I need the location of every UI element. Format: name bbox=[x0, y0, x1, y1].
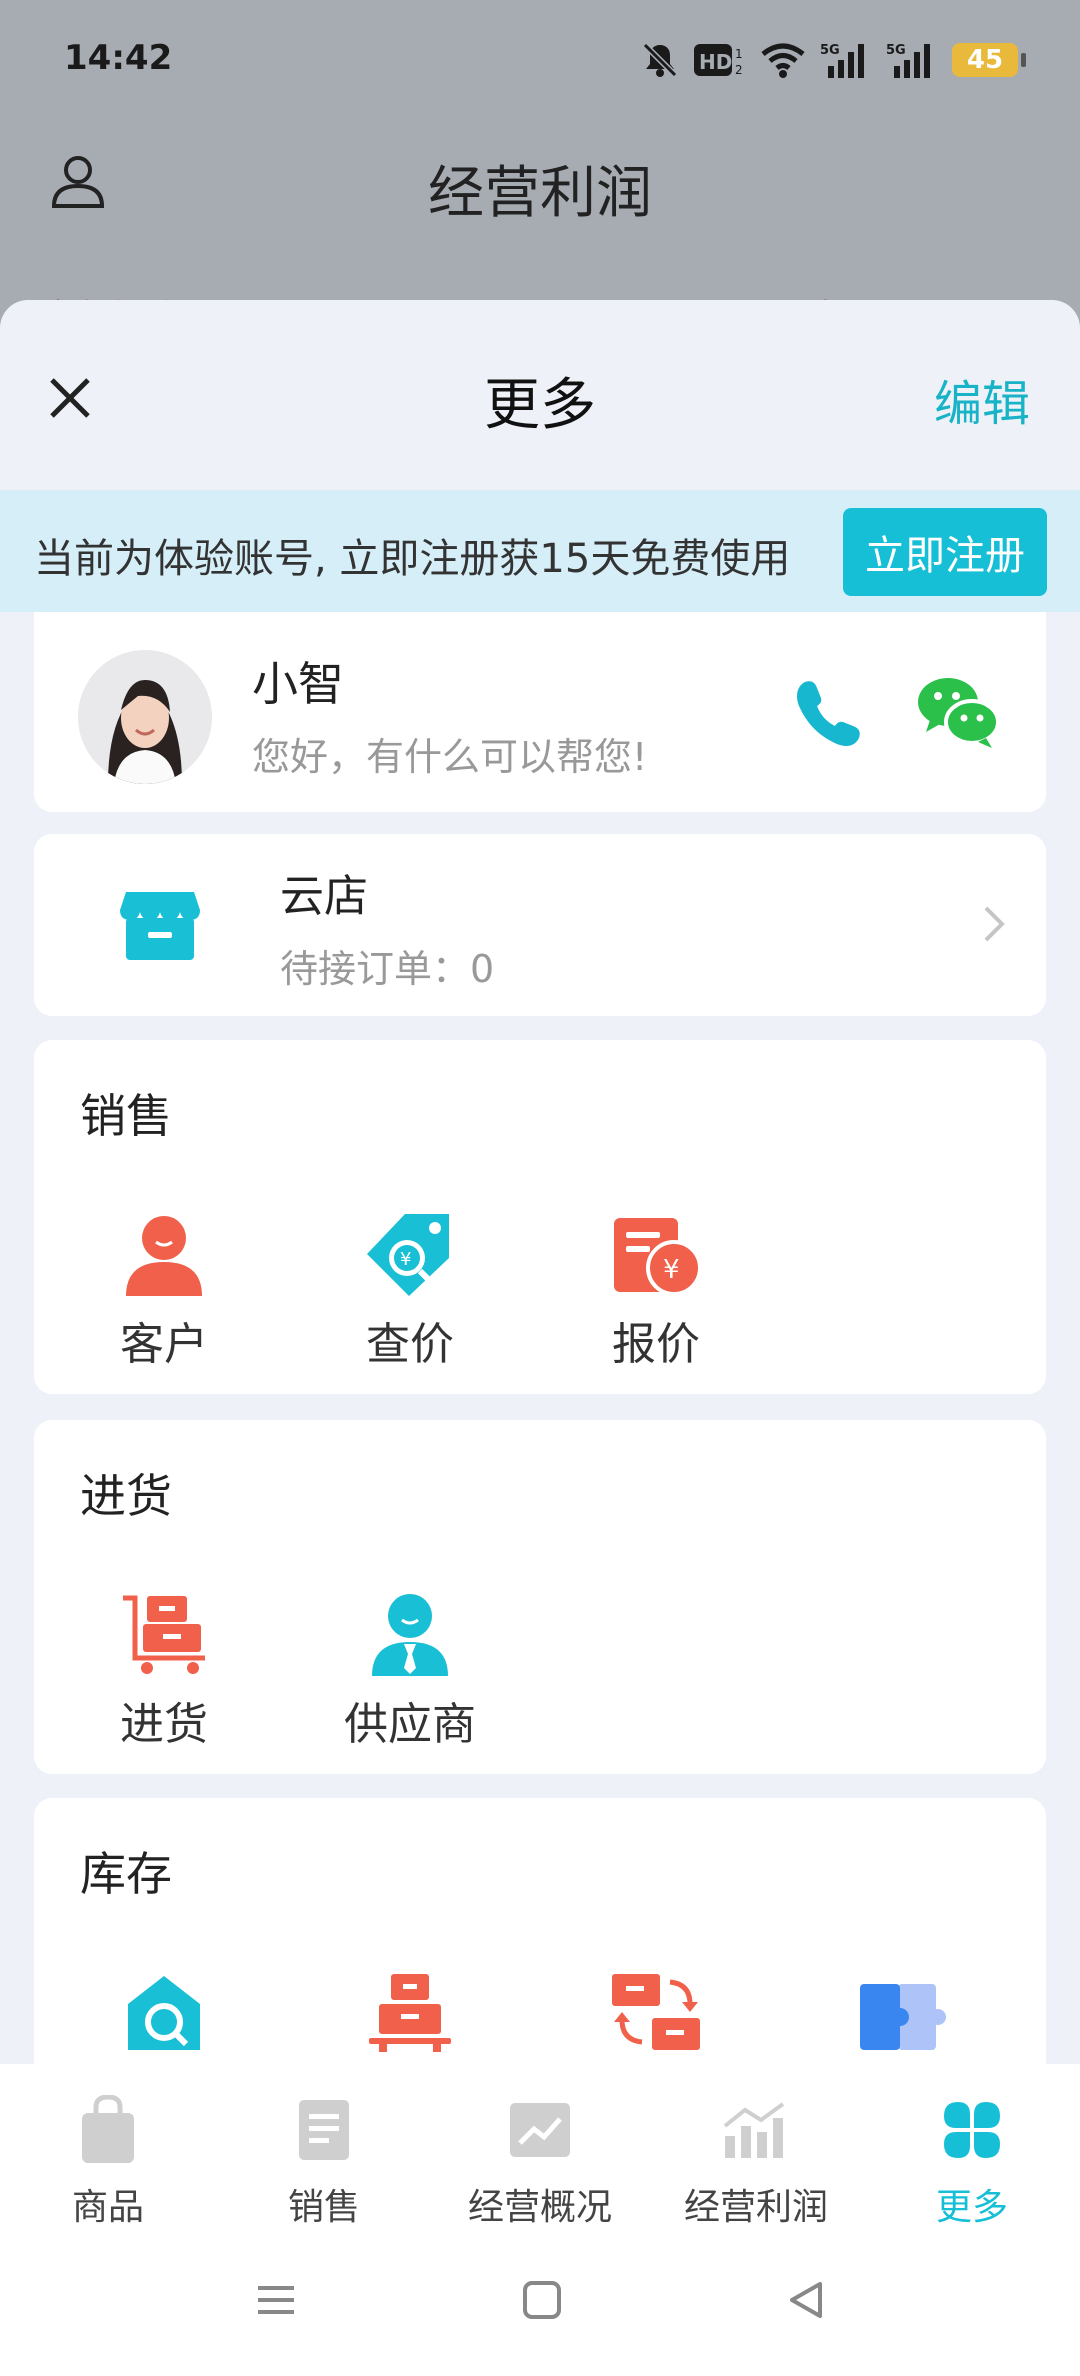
stock-transfer-icon bbox=[612, 1974, 700, 2050]
grid-item-label: 进货 bbox=[120, 1699, 208, 1750]
tab-sales[interactable]: 销售 bbox=[216, 2094, 432, 2230]
cloud-store-pending: 待接订单：0 bbox=[280, 947, 495, 991]
grid-item-quote[interactable]: ¥ 报价 bbox=[576, 1200, 736, 1372]
stock-query-icon bbox=[128, 1976, 200, 2050]
assistant-card[interactable]: 小智 您好，有什么可以帮您! bbox=[34, 612, 1046, 812]
svg-text:5G: 5G bbox=[886, 43, 906, 58]
grid-item-label: 客户 bbox=[120, 1319, 208, 1370]
tab-label: 商品 bbox=[71, 2187, 144, 2228]
svg-text:2: 2 bbox=[735, 63, 743, 77]
quote-icon: ¥ bbox=[614, 1218, 700, 1296]
trend-chart-icon bbox=[510, 2103, 570, 2157]
edit-button[interactable]: 编辑 bbox=[934, 364, 1030, 434]
tab-business-overview[interactable]: 经营概况 bbox=[432, 2094, 648, 2230]
grid-item-purchase[interactable]: 进货 bbox=[84, 1580, 244, 1752]
purchase-cart-icon bbox=[123, 1595, 205, 1674]
signal-5g-icon: 5G bbox=[886, 43, 930, 78]
trial-banner: 当前为体验账号, 立即注册获15天免费使用 立即注册 bbox=[0, 490, 1080, 612]
tab-label: 销售 bbox=[287, 2187, 360, 2228]
store-icon bbox=[120, 892, 200, 960]
back-icon[interactable] bbox=[786, 2280, 826, 2320]
battery-icon: 45 bbox=[952, 43, 1026, 77]
background-page: 14:42 HD 1 2 5G 5G 45 经营利润 bbox=[0, 0, 1080, 330]
supplier-icon bbox=[372, 1594, 448, 1676]
document-icon bbox=[299, 2100, 349, 2160]
section-title: 销售 bbox=[80, 1089, 172, 1143]
sheet-title: 更多 bbox=[484, 373, 596, 438]
system-nav-bar bbox=[0, 2244, 1080, 2376]
register-button[interactable]: 立即注册 bbox=[843, 508, 1047, 596]
section-title: 库存 bbox=[80, 1847, 172, 1901]
sheet-header: 更多 编辑 bbox=[0, 300, 1080, 490]
assistant-greeting: 您好，有什么可以帮您! bbox=[252, 735, 648, 779]
more-sheet: 更多 编辑 当前为体验账号, 立即注册获15天免费使用 立即注册 小智 您好，有… bbox=[0, 300, 1080, 2065]
signal-5g-icon: 5G bbox=[820, 43, 864, 78]
assistant-name: 小智 bbox=[252, 657, 344, 711]
trial-banner-text: 当前为体验账号, 立即注册获15天免费使用 bbox=[34, 536, 791, 582]
cloud-store-name: 云店 bbox=[280, 871, 368, 922]
grid-item-customer[interactable]: 客户 bbox=[84, 1200, 244, 1372]
background-header: 经营利润 bbox=[0, 140, 1080, 240]
tab-label: 经营概况 bbox=[467, 2187, 612, 2228]
status-time: 14:42 bbox=[64, 38, 173, 78]
mute-bell-icon bbox=[642, 42, 678, 78]
svg-text:HD: HD bbox=[699, 50, 732, 74]
grid-item-label: 报价 bbox=[612, 1319, 700, 1370]
wifi-icon bbox=[761, 43, 805, 78]
chevron-right-icon bbox=[984, 906, 1005, 942]
grid-item-price-check[interactable]: ¥ 查价 bbox=[330, 1200, 490, 1372]
svg-text:¥: ¥ bbox=[663, 1255, 680, 1285]
svg-text:¥: ¥ bbox=[400, 1249, 411, 1270]
bar-chart-icon bbox=[723, 2102, 785, 2158]
price-check-icon: ¥ bbox=[367, 1214, 449, 1296]
bag-icon bbox=[82, 2095, 134, 2163]
wechat-icon[interactable] bbox=[914, 672, 1004, 752]
customer-icon bbox=[126, 1216, 202, 1296]
grid-item-label: 查价 bbox=[366, 1319, 454, 1370]
section-sales: 销售 客户 ¥ 查价 ¥ 报价 bbox=[34, 1040, 1046, 1394]
stock-boxes-icon bbox=[369, 1974, 451, 2052]
grid-item-stock-query[interactable] bbox=[84, 1956, 244, 2064]
assistant-avatar bbox=[78, 650, 212, 784]
section-purchase: 进货 进货 供应商 bbox=[34, 1420, 1046, 1774]
menu-icon[interactable] bbox=[256, 2280, 296, 2320]
tab-more[interactable]: 更多 bbox=[864, 2094, 1080, 2230]
home-icon[interactable] bbox=[522, 2280, 562, 2320]
tab-products[interactable]: 商品 bbox=[0, 2094, 216, 2230]
hd-icon: HD 1 2 bbox=[694, 44, 743, 77]
grid-item-stock-boxes[interactable] bbox=[330, 1956, 490, 2064]
status-icons: HD 1 2 5G 5G 45 bbox=[640, 38, 1026, 82]
svg-text:1: 1 bbox=[735, 47, 743, 61]
tab-label: 经营利润 bbox=[683, 2187, 828, 2228]
grid-item-stock-assemble[interactable] bbox=[822, 1956, 982, 2064]
tab-business-profit[interactable]: 经营利润 bbox=[648, 2094, 864, 2230]
cloud-store-card[interactable]: 云店 待接订单：0 bbox=[34, 834, 1046, 1016]
grid-item-stock-transfer[interactable] bbox=[576, 1956, 736, 2064]
avatar-image bbox=[78, 650, 212, 784]
bottom-tab-bar: 商品 销售 经营概况 经营利润 更多 bbox=[0, 2064, 1080, 2244]
section-inventory: 库存 bbox=[34, 1798, 1046, 2065]
background-title: 经营利润 bbox=[428, 161, 652, 226]
grid-item-label: 供应商 bbox=[344, 1699, 476, 1750]
phone-icon[interactable] bbox=[789, 672, 869, 752]
section-title: 进货 bbox=[80, 1469, 172, 1523]
tab-label: 更多 bbox=[935, 2187, 1008, 2228]
stock-assemble-icon bbox=[860, 1984, 946, 2050]
grid-item-supplier[interactable]: 供应商 bbox=[330, 1580, 490, 1752]
svg-text:5G: 5G bbox=[820, 43, 840, 58]
grid-more-icon bbox=[944, 2102, 1000, 2158]
status-bar: 14:42 HD 1 2 5G 5G 45 bbox=[0, 0, 1080, 120]
